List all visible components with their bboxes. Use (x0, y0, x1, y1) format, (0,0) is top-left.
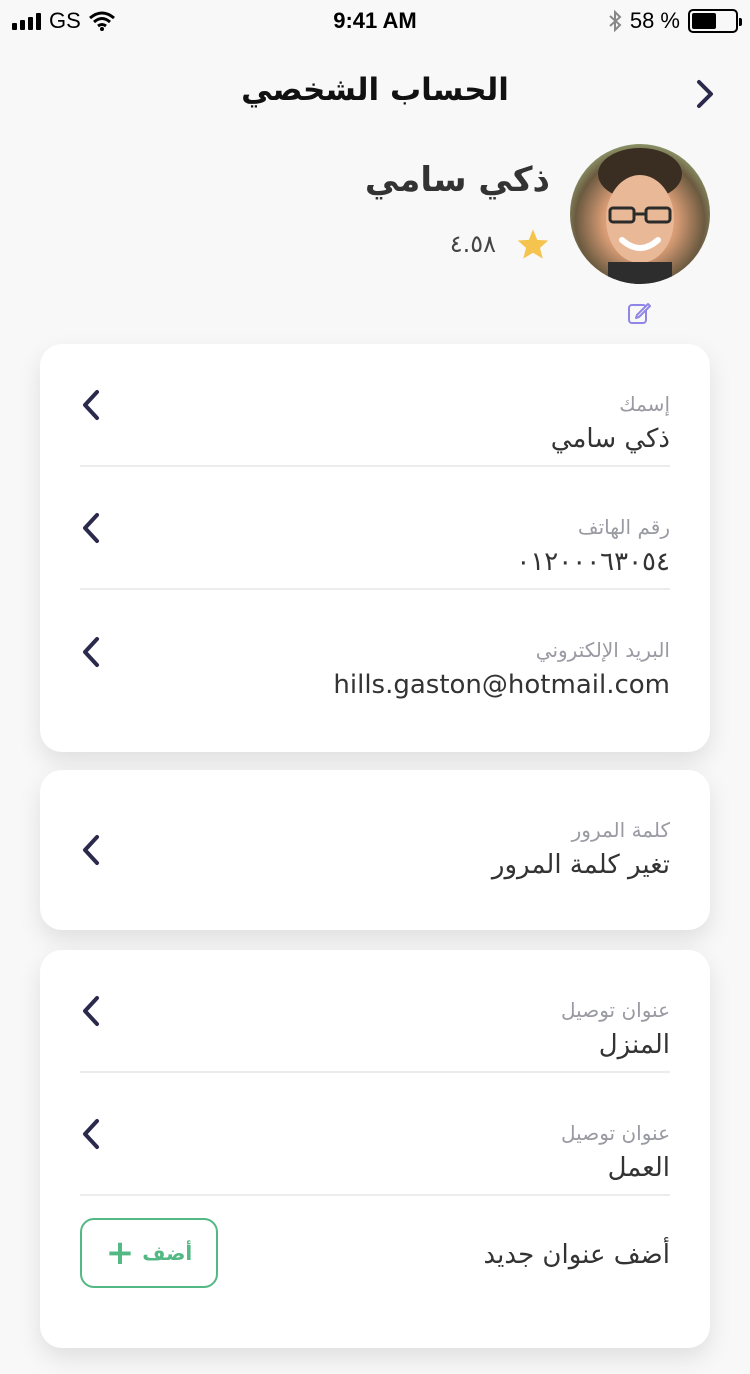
email-value: hills.gaston@hotmail.com (333, 670, 670, 700)
address-value: المنزل (598, 1030, 670, 1060)
add-address-text: أضف عنوان جديد (483, 1240, 670, 1270)
email-row[interactable]: البريد الإلكتروني hills.gaston@hotmail.c… (80, 590, 670, 713)
address-row-home[interactable]: عنوان توصيل المنزل (80, 950, 670, 1073)
bluetooth-icon (609, 10, 622, 32)
battery-fill (692, 13, 717, 29)
avatar[interactable] (570, 144, 710, 284)
battery-icon (688, 9, 742, 33)
phone-label: رقم الهاتف (577, 515, 670, 539)
rating-value: ٤.٥٨ (449, 230, 496, 258)
chevron-left-icon (83, 1118, 99, 1149)
address-row-work[interactable]: عنوان توصيل العمل (80, 1073, 670, 1196)
plus-icon: + (105, 1233, 135, 1273)
star-icon (517, 229, 549, 259)
password-label: كلمة المرور (571, 818, 670, 842)
add-address-row: + أضف أضف عنوان جديد (80, 1196, 670, 1326)
rating: ٤.٥٨ (450, 228, 550, 260)
chevron-left-icon (83, 636, 99, 667)
battery-percent: 58 % (629, 8, 680, 33)
change-password-value: تغير كلمة المرور (491, 850, 670, 880)
password-row[interactable]: كلمة المرور تغير كلمة المرور (80, 770, 670, 930)
chevron-left-icon (83, 835, 99, 865)
chevron-left-icon (83, 995, 99, 1026)
header: الحساب الشخصي (0, 60, 750, 130)
profile-header: ذكي سامي ٤.٥٨ (0, 140, 750, 340)
password-card: كلمة المرور تغير كلمة المرور (40, 770, 710, 930)
addresses-card: عنوان توصيل المنزل عنوان توصيل العمل + أ… (40, 950, 710, 1348)
page-title: الحساب الشخصي (241, 72, 509, 108)
name-row[interactable]: إسمك ذكي سامي (80, 344, 670, 467)
status-bar: GS 9:41 AM 58 % (0, 0, 750, 40)
phone-value: ٠١٢٠٠٠٦٣٠٥٤ (516, 547, 670, 577)
name-value: ذكي سامي (550, 424, 670, 454)
add-address-button[interactable]: + أضف (80, 1218, 218, 1288)
personal-info-card: إسمك ذكي سامي رقم الهاتف ٠١٢٠٠٠٦٣٠٥٤ الب… (40, 344, 710, 752)
back-chevron-icon[interactable] (690, 76, 720, 112)
address-label: عنوان توصيل (561, 998, 670, 1022)
status-right: 58 % (608, 8, 742, 34)
address-label: عنوان توصيل (561, 1121, 670, 1145)
add-button-label: أضف (142, 1241, 193, 1265)
avatar-face-icon (598, 148, 682, 284)
edit-icon[interactable] (626, 300, 652, 326)
chevron-left-icon (83, 512, 99, 543)
address-value: العمل (607, 1153, 670, 1183)
profile-name: ذكي سامي (364, 160, 550, 200)
chevron-left-icon (83, 389, 99, 420)
phone-row[interactable]: رقم الهاتف ٠١٢٠٠٠٦٣٠٥٤ (80, 467, 670, 590)
name-label: إسمك (619, 392, 670, 416)
email-label: البريد الإلكتروني (535, 638, 670, 662)
